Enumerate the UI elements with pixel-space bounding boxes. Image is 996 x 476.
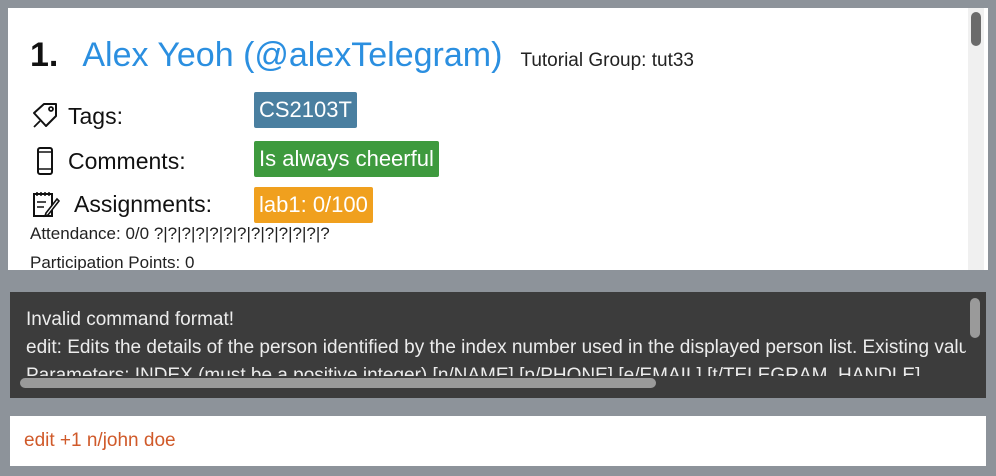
tags-label: Tags: — [68, 102, 123, 129]
person-list-scrollbar[interactable] — [968, 8, 984, 270]
person-header: 1. Alex Yeoh (@alexTelegram) Tutorial Gr… — [30, 36, 694, 75]
result-line: Invalid command format! — [26, 309, 235, 330]
person-index: 1. — [30, 36, 59, 74]
scrollbar-thumb[interactable] — [970, 298, 980, 338]
tutorial-group: Tutorial Group: tut33 — [520, 50, 694, 71]
result-vertical-scrollbar[interactable] — [968, 294, 982, 394]
tag-icon — [30, 101, 60, 131]
assignment-chip: lab1: 0/100 — [254, 187, 373, 223]
comments-label: Comments: — [68, 147, 186, 174]
result-horizontal-scrollbar[interactable] — [16, 376, 962, 390]
result-display: Invalid command format! edit: Edits the … — [10, 292, 986, 398]
result-line: edit: Edits the details of the person id… — [26, 337, 966, 358]
command-input[interactable] — [10, 416, 986, 466]
person-name: Alex Yeoh (@alexTelegram) — [82, 36, 503, 74]
person-card[interactable]: 1. Alex Yeoh (@alexTelegram) Tutorial Gr… — [30, 8, 968, 270]
scrollbar-thumb[interactable] — [971, 12, 981, 46]
assignments-row: Assignments: — [30, 186, 212, 222]
attendance-text: Attendance: 0/0 ?|?|?|?|?|?|?|?|?|?|?|?|… — [30, 224, 330, 243]
phone-icon — [30, 146, 60, 176]
participation-text: Participation Points: 0 — [30, 253, 195, 270]
tags-row: Tags: — [30, 98, 123, 134]
notepad-icon — [30, 189, 60, 219]
assignments-label: Assignments: — [74, 190, 213, 217]
person-card-panel: 1. Alex Yeoh (@alexTelegram) Tutorial Gr… — [8, 8, 988, 270]
comment-chip: Is always cheerful — [254, 141, 439, 177]
scrollbar-thumb[interactable] — [20, 378, 656, 388]
tag-chip: CS2103T — [254, 92, 357, 128]
comments-row: Comments: — [30, 143, 186, 179]
